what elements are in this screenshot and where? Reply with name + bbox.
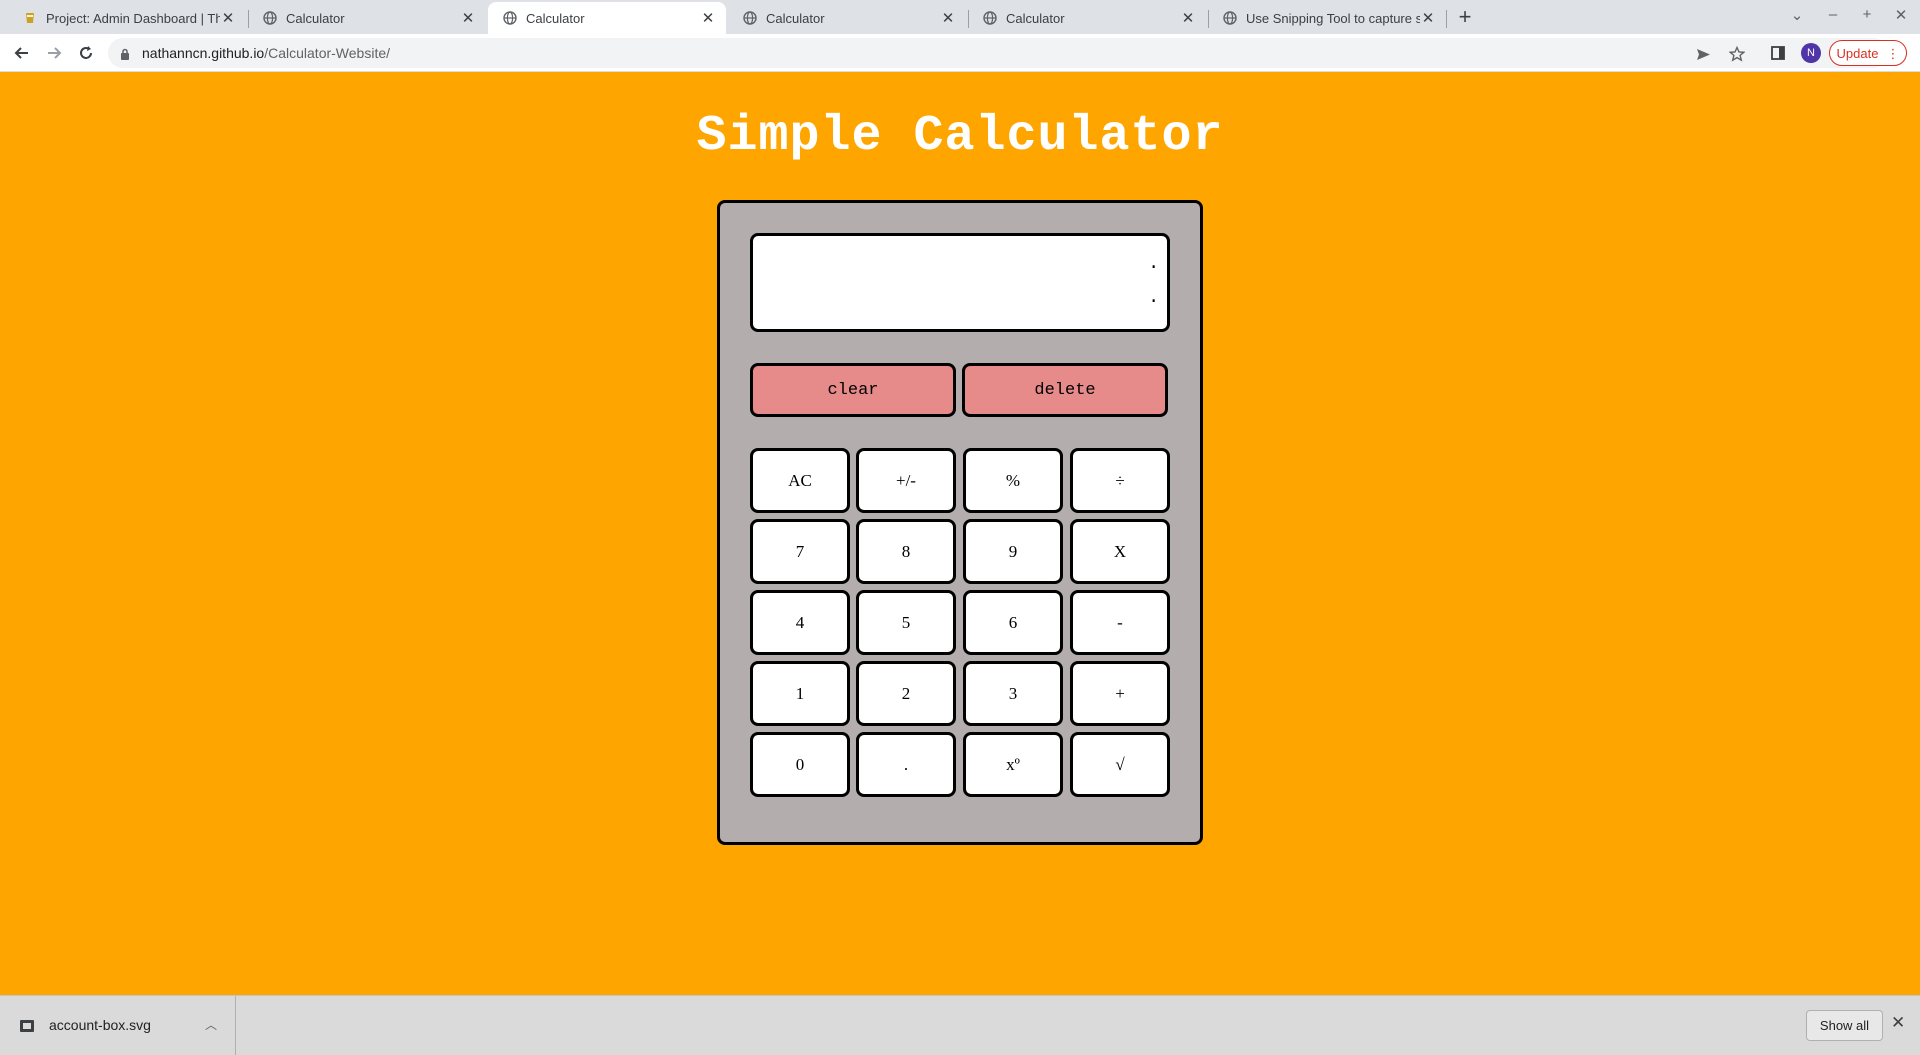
show-all-button[interactable]: Show all xyxy=(1806,1010,1883,1041)
image-file-icon xyxy=(20,1020,34,1032)
page-content: Simple Calculator . . clear delete AC +/… xyxy=(0,72,1920,995)
key-7[interactable]: 7 xyxy=(750,519,850,584)
send-icon[interactable] xyxy=(1694,45,1712,63)
tab-divider xyxy=(1446,10,1447,28)
key-6[interactable]: 6 xyxy=(963,590,1063,655)
address-bar[interactable]: nathanncn.github.io/Calculator-Website/ xyxy=(108,38,1888,68)
key-add[interactable]: + xyxy=(1070,661,1170,726)
key-3[interactable]: 3 xyxy=(963,661,1063,726)
new-tab-button[interactable]: + xyxy=(1452,5,1478,31)
delete-button[interactable]: delete xyxy=(962,363,1168,417)
globe-icon xyxy=(262,10,278,26)
download-item[interactable]: account-box.svg ︿ xyxy=(0,996,236,1055)
current-operand: . xyxy=(1148,288,1159,308)
clear-button[interactable]: clear xyxy=(750,363,956,417)
key-9[interactable]: 9 xyxy=(963,519,1063,584)
globe-icon xyxy=(502,10,518,26)
key-5[interactable]: 5 xyxy=(856,590,956,655)
key-multiply[interactable]: X xyxy=(1070,519,1170,584)
tab-1[interactable]: Project: Admin Dashboard | Th ✕ xyxy=(8,2,246,34)
download-file-name: account-box.svg xyxy=(49,1017,151,1033)
close-icon[interactable]: ✕ xyxy=(1180,9,1196,27)
key-square-root[interactable]: √ xyxy=(1070,732,1170,797)
key-subtract[interactable]: - xyxy=(1070,590,1170,655)
download-bar: account-box.svg ︿ Show all ✕ xyxy=(0,995,1920,1055)
tab-5[interactable]: Calculator ✕ xyxy=(968,2,1206,34)
key-divide[interactable]: ÷ xyxy=(1070,448,1170,513)
globe-icon xyxy=(982,10,998,26)
forward-icon[interactable] xyxy=(42,41,66,65)
back-icon[interactable] xyxy=(10,41,34,65)
tab-search-icon[interactable]: ⌄ xyxy=(1786,6,1808,24)
update-label: Update xyxy=(1836,45,1879,61)
side-panel-icon[interactable] xyxy=(1769,44,1787,62)
tab-title: Use Snipping Tool to capture sc xyxy=(1246,10,1420,26)
reload-icon[interactable] xyxy=(74,41,98,65)
browser-toolbar: nathanncn.github.io/Calculator-Website/ … xyxy=(0,34,1920,72)
key-power[interactable]: xº xyxy=(963,732,1063,797)
key-percent[interactable]: % xyxy=(963,448,1063,513)
calculator: . . clear delete AC +/- % ÷ 7 8 9 X 4 5 … xyxy=(717,200,1203,845)
key-2[interactable]: 2 xyxy=(856,661,956,726)
url-host: nathanncn.github.io xyxy=(142,45,265,61)
tab-2[interactable]: Calculator ✕ xyxy=(248,2,486,34)
globe-icon xyxy=(742,10,758,26)
tab-4[interactable]: Calculator ✕ xyxy=(728,2,966,34)
profile-avatar[interactable]: N xyxy=(1801,43,1821,63)
globe-icon xyxy=(1222,10,1238,26)
tab-title: Calculator xyxy=(1006,10,1065,26)
key-0[interactable]: 0 xyxy=(750,732,850,797)
tab-3-active[interactable]: Calculator ✕ xyxy=(488,2,726,34)
previous-operand: . xyxy=(1148,254,1159,274)
tab-6[interactable]: Use Snipping Tool to capture sc ✕ xyxy=(1208,2,1446,34)
page-title: Simple Calculator xyxy=(696,108,1224,165)
tab-title: Project: Admin Dashboard | Th xyxy=(46,10,220,26)
key-decimal[interactable]: . xyxy=(856,732,956,797)
close-icon[interactable]: ✕ xyxy=(1420,9,1436,27)
more-menu-icon[interactable]: ⋮ xyxy=(1886,47,1899,60)
key-toggle-sign[interactable]: +/- xyxy=(856,448,956,513)
url-text: nathanncn.github.io/Calculator-Website/ xyxy=(142,45,390,61)
close-icon[interactable]: ✕ xyxy=(940,9,956,27)
maximize-icon[interactable]: + xyxy=(1856,6,1878,23)
tab-title: Calculator xyxy=(286,10,345,26)
close-icon[interactable]: ✕ xyxy=(220,9,236,27)
lock-icon[interactable] xyxy=(120,47,130,65)
close-icon[interactable]: ✕ xyxy=(700,9,716,27)
chevron-up-icon[interactable]: ︿ xyxy=(205,1016,217,1033)
tab-title: Calculator xyxy=(526,10,585,26)
key-4[interactable]: 4 xyxy=(750,590,850,655)
bookmark-star-icon[interactable] xyxy=(1728,45,1746,63)
update-button[interactable]: Update ⋮ xyxy=(1829,40,1907,66)
url-path: /Calculator-Website/ xyxy=(264,45,391,61)
key-8[interactable]: 8 xyxy=(856,519,956,584)
key-1[interactable]: 1 xyxy=(750,661,850,726)
key-all-clear[interactable]: AC xyxy=(750,448,850,513)
tab-title: Calculator xyxy=(766,10,825,26)
odin-icon xyxy=(22,10,38,26)
close-icon[interactable]: ✕ xyxy=(1891,1013,1905,1033)
close-window-icon[interactable]: ✕ xyxy=(1890,6,1912,24)
close-icon[interactable]: ✕ xyxy=(460,9,476,27)
minimize-icon[interactable]: – xyxy=(1822,6,1844,23)
tab-strip: Project: Admin Dashboard | Th ✕ Calculat… xyxy=(0,0,1920,34)
calculator-display: . . xyxy=(750,233,1170,332)
